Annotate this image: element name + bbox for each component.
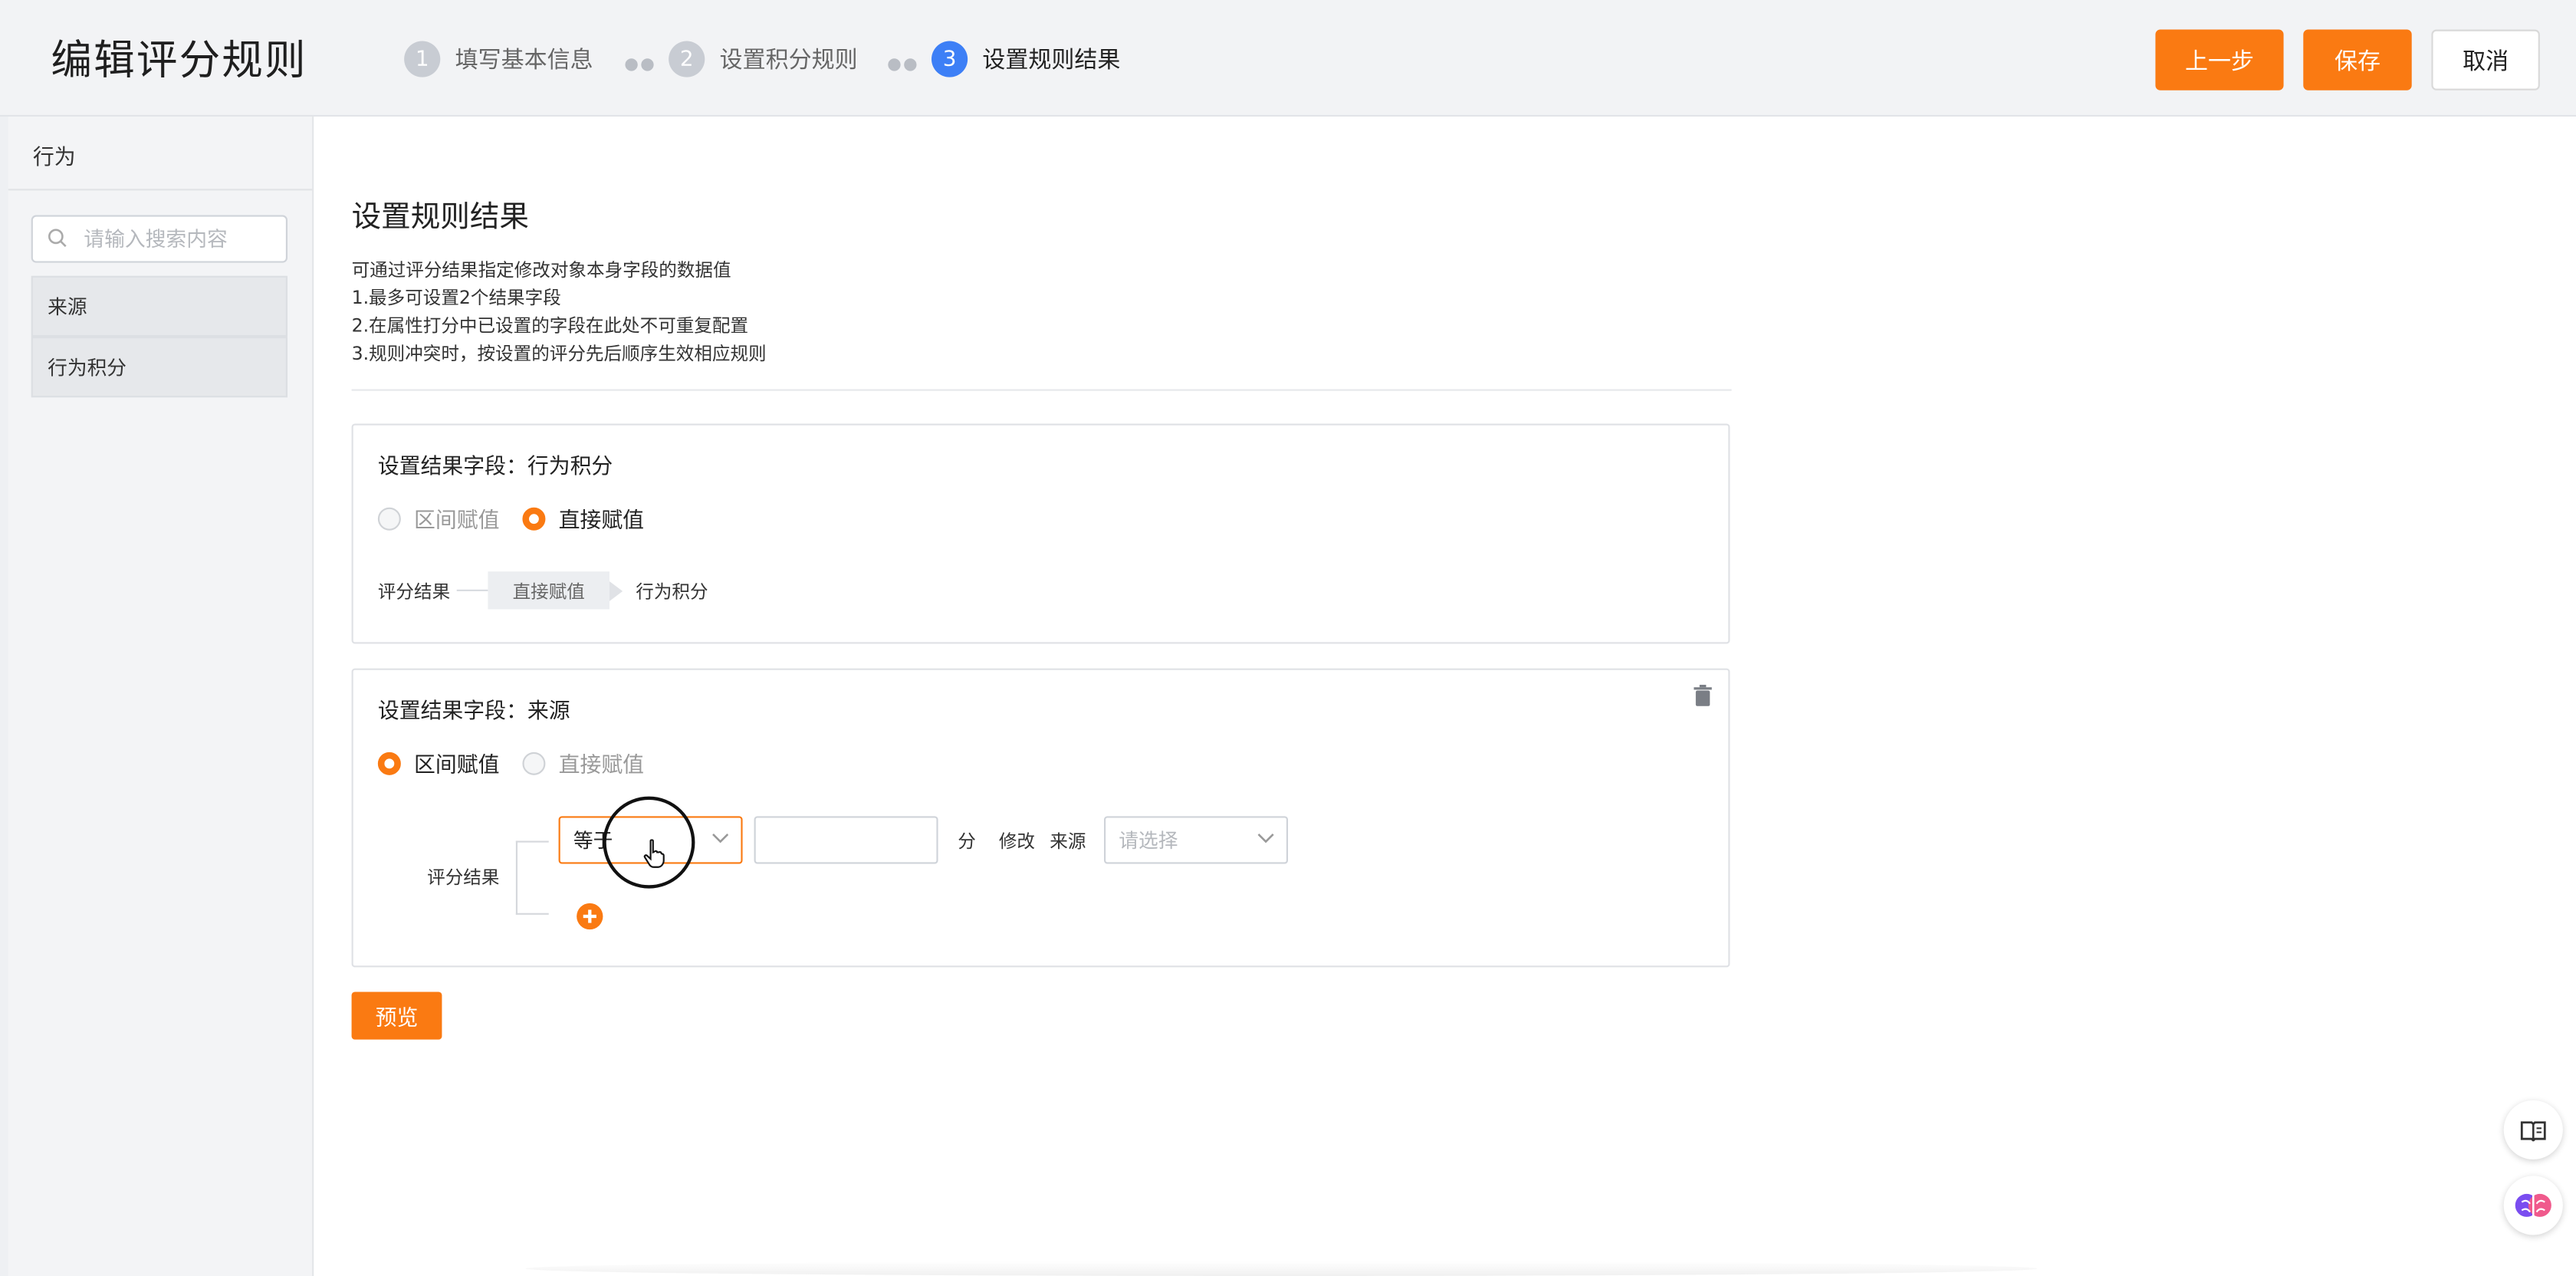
radio-direct-assign[interactable]: 直接赋值 xyxy=(522,747,644,778)
preview-button[interactable]: 预览 xyxy=(351,992,442,1040)
save-button[interactable]: 保存 xyxy=(2303,29,2412,90)
description-line: 可通过评分结果指定修改对象本身字段的数据值 xyxy=(351,259,731,281)
chevron-down-icon xyxy=(712,834,729,844)
modify-label: 修改 xyxy=(998,830,1035,853)
radio-label: 直接赋值 xyxy=(558,508,645,534)
step-2: 2 设置积分规则 xyxy=(669,41,858,77)
step-3: 3 设置规则结果 xyxy=(932,41,1120,77)
hand-cursor-icon xyxy=(643,839,665,868)
sidebar-title: 行为 xyxy=(32,146,76,171)
assign-flow: 评分结果 直接赋值 行为积分 xyxy=(377,571,708,610)
step-1-number: 1 xyxy=(404,41,441,77)
sidebar-divider xyxy=(8,189,313,191)
radio-label: 区间赋值 xyxy=(414,508,500,534)
description-line: 3.规则冲突时，按设置的评分先后顺序生效相应规则 xyxy=(351,343,767,365)
step-connector-icon: ●● xyxy=(887,55,919,74)
flow-line xyxy=(456,589,488,591)
flow-mode: 直接赋值 xyxy=(488,571,610,610)
radio-circle xyxy=(377,751,401,774)
search-icon xyxy=(48,229,67,248)
assign-mode-radio-group: 区间赋值 直接赋值 xyxy=(377,747,667,779)
step-3-number: 3 xyxy=(932,41,968,77)
bottom-shadow xyxy=(525,1261,2038,1276)
book-icon xyxy=(2520,1120,2546,1141)
step-1: 1 填写基本信息 xyxy=(404,41,593,77)
radio-range-assign[interactable]: 区间赋值 xyxy=(377,502,500,534)
radio-label: 直接赋值 xyxy=(558,753,645,779)
card-title: 设置结果字段：行为积分 xyxy=(377,455,613,480)
chevron-down-icon xyxy=(1257,834,1274,844)
step-3-label: 设置规则结果 xyxy=(982,48,1121,74)
header: 编辑评分规则 1 填写基本信息 ●● 2 设置积分规则 ●● 3 设置规则结果 … xyxy=(0,0,2576,117)
step-1-label: 填写基本信息 xyxy=(455,48,593,74)
unit-label: 分 xyxy=(958,830,976,853)
radio-circle xyxy=(522,506,546,530)
range-label: 评分结果 xyxy=(427,867,500,889)
assign-mode-radio-group: 区间赋值 直接赋值 xyxy=(377,502,667,534)
brain-icon xyxy=(2515,1193,2551,1217)
search-box xyxy=(31,215,288,263)
step-2-number: 2 xyxy=(669,41,705,77)
search-input[interactable] xyxy=(80,225,284,253)
field-label: 来源 xyxy=(1050,830,1086,853)
radio-circle xyxy=(377,506,401,530)
target-value-select[interactable]: 请选择 xyxy=(1104,816,1288,864)
section-title: 设置规则结果 xyxy=(351,200,529,235)
radio-circle xyxy=(522,751,546,774)
trash-icon[interactable] xyxy=(1694,685,1712,706)
arrow-right-icon xyxy=(610,580,623,600)
description-line: 1.最多可设置2个结果字段 xyxy=(351,287,561,309)
target-placeholder: 请选择 xyxy=(1119,829,1178,853)
card-title: 设置结果字段：来源 xyxy=(377,699,570,725)
add-condition-icon[interactable] xyxy=(577,903,603,930)
page-title: 编辑评分规则 xyxy=(51,36,307,84)
docs-float-button[interactable] xyxy=(2503,1100,2563,1159)
cancel-button[interactable]: 取消 xyxy=(2431,29,2540,90)
ai-assistant-float-button[interactable] xyxy=(2503,1176,2563,1235)
step-2-label: 设置积分规则 xyxy=(719,48,858,74)
sidebar-item-source[interactable]: 来源 xyxy=(31,275,288,337)
flow-to: 行为积分 xyxy=(636,580,708,602)
divider xyxy=(351,389,1732,391)
app-canvas: 编辑评分规则 1 填写基本信息 ●● 2 设置积分规则 ●● 3 设置规则结果 … xyxy=(0,0,2576,1276)
main-content: 设置规则结果 可通过评分结果指定修改对象本身字段的数据值 1.最多可设置2个结果… xyxy=(314,117,2576,1276)
range-bracket xyxy=(515,840,549,915)
radio-range-assign[interactable]: 区间赋值 xyxy=(377,747,500,779)
result-field-card: 设置结果字段：来源 区间赋值 直接赋值 评分结果 等于 分 修改 来源 请选择 xyxy=(351,668,1730,968)
prev-step-button[interactable]: 上一步 xyxy=(2155,29,2284,90)
sidebar: 行为 来源 行为积分 xyxy=(8,117,314,1276)
app-root: 编辑评分规则 1 填写基本信息 ●● 2 设置积分规则 ●● 3 设置规则结果 … xyxy=(0,0,2576,1276)
radio-label: 区间赋值 xyxy=(414,753,500,779)
description-line: 2.在属性打分中已设置的字段在此处不可重复配置 xyxy=(351,315,749,337)
radio-direct-assign[interactable]: 直接赋值 xyxy=(522,502,644,534)
step-connector-icon: ●● xyxy=(624,55,656,74)
score-input[interactable] xyxy=(754,816,938,864)
sidebar-item-behavior-score[interactable]: 行为积分 xyxy=(31,337,288,398)
flow-from: 评分结果 xyxy=(377,580,451,602)
result-field-card: 设置结果字段：行为积分 区间赋值 直接赋值 评分结果 直接赋值 行为积分 xyxy=(351,423,1730,644)
